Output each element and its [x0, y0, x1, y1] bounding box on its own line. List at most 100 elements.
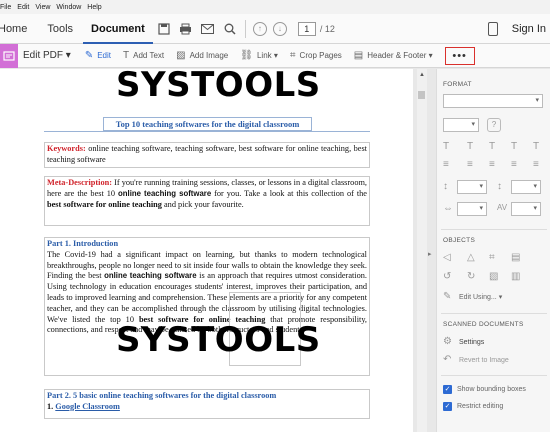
justify-icon[interactable]: ≡	[511, 159, 517, 170]
part2-heading: Part 2. 5 basic online teaching software…	[47, 391, 277, 400]
restrict-editing-label: Restrict editing	[457, 403, 504, 410]
document-scrollbar[interactable]: ▲	[417, 69, 427, 432]
header-footer-button[interactable]: ▤ Header & Footer ▾	[348, 50, 439, 61]
image-icon: ▨	[176, 50, 186, 61]
edit-pdf-dropdown[interactable]: Edit PDF ▾	[18, 50, 79, 61]
document-viewport[interactable]: SYSTOOLS Top 10 teaching softwares for t…	[0, 69, 417, 432]
acrobat-window: File Edit View Window Help Home Tools Do…	[0, 0, 550, 432]
menu-file[interactable]: File	[0, 4, 17, 11]
crop-pages-button[interactable]: ⌗ Crop Pages	[284, 50, 348, 61]
edit-icon: ✎	[84, 50, 94, 61]
rotate-left-icon[interactable]: ↺	[443, 271, 451, 282]
help-icon[interactable]: ?	[487, 118, 501, 132]
keywords-label: Keywords:	[47, 144, 86, 153]
revert-to-image-link[interactable]: Revert to Image	[459, 357, 509, 364]
crop-object-icon[interactable]: ⌗	[489, 252, 495, 263]
superscript-icon[interactable]: T	[489, 141, 495, 152]
tab-home[interactable]: Home	[0, 14, 37, 44]
align-center-icon[interactable]: ≡	[467, 159, 473, 170]
restrict-editing-checkbox[interactable]: ✓	[443, 402, 452, 411]
google-classroom-link[interactable]: Google Classroom	[55, 402, 120, 411]
systools-logo-watermark: SYSTOOLS	[116, 320, 321, 360]
link-label: Link	[256, 51, 272, 60]
paragraph-spacing-dropdown[interactable]	[511, 180, 541, 194]
align-right-icon[interactable]: ≡	[489, 159, 495, 170]
show-bounding-boxes-checkbox[interactable]: ✓	[443, 385, 452, 394]
settings-link[interactable]: Settings	[459, 339, 484, 346]
print-icon[interactable]	[175, 14, 197, 44]
paragraph-spacing-icon: ↕	[497, 181, 502, 192]
tab-document[interactable]: Document	[83, 14, 153, 44]
meta-bold-1: online teaching software	[118, 188, 212, 198]
align-objects-icon[interactable]: ▥	[511, 271, 520, 282]
section-divider	[441, 313, 547, 314]
search-icon[interactable]	[219, 14, 241, 44]
add-image-label: Add Image	[189, 51, 229, 60]
part2-list-item: 1. Google Classroom	[47, 402, 367, 413]
edit-button[interactable]: ✎ Edit	[79, 50, 117, 61]
add-text-button[interactable]: T Add Text	[117, 50, 170, 61]
rotate-right-icon[interactable]: ↻	[467, 271, 475, 282]
show-bounding-boxes-label: Show bounding boxes	[457, 386, 526, 393]
font-family-dropdown[interactable]	[443, 94, 543, 108]
subscript-icon[interactable]: T	[511, 141, 517, 152]
keywords-text: online teaching software, teaching softw…	[47, 144, 367, 164]
scanned-documents-label: SCANNED DOCUMENTS	[443, 321, 524, 328]
meta-description-textbox[interactable]: Meta-Description: If you're running trai…	[44, 176, 370, 226]
bullets-icon[interactable]: ≡	[533, 159, 539, 170]
edit-label: Edit	[97, 51, 112, 60]
systools-logo-top: SYSTOOLS	[116, 69, 321, 105]
arrange-icon[interactable]: ▤	[511, 252, 520, 263]
tab-bar: Home Tools Document ↑ ↓ 1 / 12 Sign In	[0, 14, 550, 44]
scrollbar-thumb[interactable]	[418, 91, 425, 99]
save-icon[interactable]	[153, 14, 175, 44]
menu-window[interactable]: Window	[56, 4, 87, 11]
meta-label: Meta-Description:	[47, 178, 112, 187]
keywords-textbox[interactable]: Keywords: online teaching software, teac…	[44, 142, 370, 168]
edit-pdf-toolbar: Edit PDF ▾ ✎ Edit T Add Text ▨ Add Image ⛓ L…	[0, 43, 550, 68]
document-title[interactable]: Top 10 teaching softwares for the digita…	[103, 117, 312, 131]
scroll-up-icon[interactable]: ▲	[419, 72, 425, 78]
character-spacing-dropdown[interactable]	[511, 202, 541, 216]
bold-text-icon[interactable]: T	[467, 141, 473, 152]
mobile-icon[interactable]	[487, 22, 498, 36]
title-rule	[44, 131, 370, 132]
crop-icon: ⌗	[289, 50, 296, 61]
replace-image-icon[interactable]: ▧	[489, 271, 498, 282]
tab-tools[interactable]: Tools	[37, 14, 83, 44]
more-tools-button[interactable]: •••	[444, 46, 475, 65]
text-color-icon[interactable]: T	[443, 141, 449, 152]
sign-in-link[interactable]: Sign In	[512, 14, 546, 44]
meta-text-2: for you. Take a look at this collection …	[211, 188, 367, 198]
gear-icon: ⚙	[443, 336, 452, 347]
toolbar-divider	[244, 19, 246, 38]
format-label: FORMAT	[443, 81, 472, 88]
crop-pages-label: Crop Pages	[299, 51, 342, 60]
italic-text-icon[interactable]: T	[533, 141, 539, 152]
menu-edit[interactable]: Edit	[17, 4, 35, 11]
add-image-button[interactable]: ▨ Add Image	[170, 50, 234, 61]
line-spacing-dropdown[interactable]	[457, 180, 487, 194]
flip-horizontal-icon[interactable]: △	[467, 252, 475, 263]
edit-using-menu[interactable]: Edit Using... ▾	[459, 293, 502, 301]
prev-page-icon[interactable]: ↑	[252, 21, 267, 36]
account-area: Sign In	[487, 14, 550, 44]
next-page-icon[interactable]: ↓	[272, 21, 287, 36]
link-button[interactable]: ⛓ Link ▾	[234, 50, 284, 61]
font-size-dropdown[interactable]	[443, 118, 479, 132]
collapse-panel-icon[interactable]: ▸	[428, 250, 432, 258]
edit-using-icon: ✎	[443, 291, 452, 302]
mail-icon[interactable]	[197, 14, 219, 44]
header-footer-icon: ▤	[353, 50, 364, 61]
objects-label: OBJECTS	[443, 237, 476, 244]
menu-help[interactable]: Help	[87, 4, 107, 11]
part2-textbox[interactable]: Part 2. 5 basic online teaching software…	[44, 389, 370, 419]
flip-vertical-icon[interactable]: ◁	[443, 252, 451, 263]
character-spacing-icon: AV	[497, 203, 508, 212]
align-left-icon[interactable]: ≡	[443, 159, 449, 170]
scale-dropdown[interactable]	[457, 202, 487, 216]
document-page: SYSTOOLS Top 10 teaching softwares for t…	[0, 69, 413, 432]
menu-view[interactable]: View	[35, 4, 56, 11]
page-number-input[interactable]: 1	[297, 21, 316, 36]
meta-text-3: and pick your favourite.	[161, 199, 244, 209]
